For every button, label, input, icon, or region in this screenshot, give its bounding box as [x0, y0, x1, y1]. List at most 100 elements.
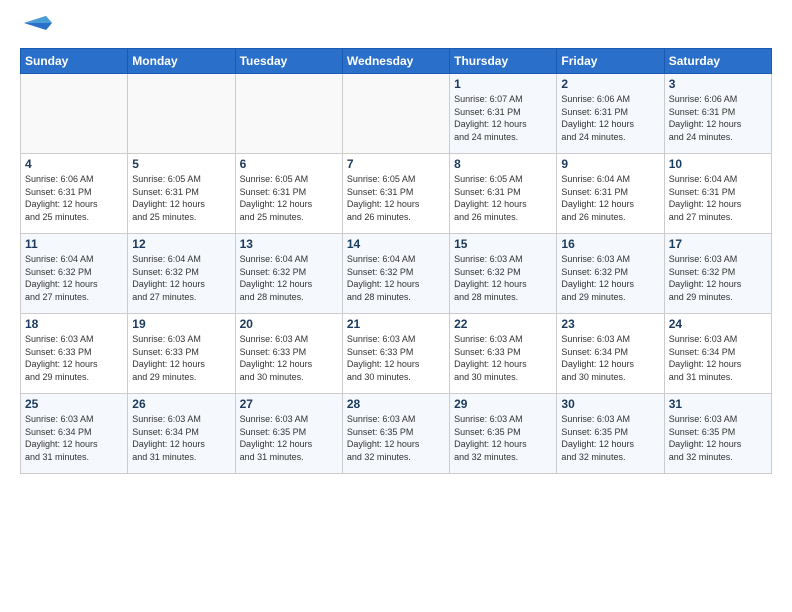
day-cell: 7Sunrise: 6:05 AMSunset: 6:31 PMDaylight… [342, 154, 449, 234]
day-info: Sunrise: 6:03 AMSunset: 6:35 PMDaylight:… [240, 413, 338, 463]
day-cell: 28Sunrise: 6:03 AMSunset: 6:35 PMDayligh… [342, 394, 449, 474]
day-number: 17 [669, 237, 767, 251]
weekday-sunday: Sunday [21, 49, 128, 74]
day-number: 12 [132, 237, 230, 251]
weekday-friday: Friday [557, 49, 664, 74]
day-cell [21, 74, 128, 154]
weekday-tuesday: Tuesday [235, 49, 342, 74]
logo-plane-icon [24, 16, 52, 30]
day-number: 3 [669, 77, 767, 91]
day-cell: 12 Sunrise: 6:04 AMSunset: 6:32 PMDayligh… [128, 234, 235, 314]
day-info: Sunrise: 6:05 AMSunset: 6:31 PMDaylight:… [132, 173, 230, 223]
day-cell: 22Sunrise: 6:03 AMSunset: 6:33 PMDayligh… [450, 314, 557, 394]
day-info: Sunrise: 6:03 AMSunset: 6:34 PMDaylight:… [25, 413, 123, 463]
day-number: 25 [25, 397, 123, 411]
day-info: Sunrise: 6:04 AMSunset: 6:32 PMDaylight:… [347, 253, 445, 303]
day-cell: 24 Sunrise: 6:03 AMSunset: 6:34 PMDayligh… [664, 314, 771, 394]
day-number: 11 [25, 237, 123, 251]
day-info: Sunrise: 6:03 AMSunset: 6:33 PMDaylight:… [454, 333, 552, 383]
weekday-row: SundayMondayTuesdayWednesdayThursdayFrid… [21, 49, 772, 74]
weekday-monday: Monday [128, 49, 235, 74]
day-number: 20 [240, 317, 338, 331]
day-info: Sunrise: 6:03 AMSunset: 6:35 PMDaylight:… [669, 413, 767, 463]
day-info: Sunrise: 6:04 AMSunset: 6:32 PMDaylight:… [132, 253, 230, 303]
day-number: 13 [240, 237, 338, 251]
day-number: 10 [669, 157, 767, 171]
weekday-saturday: Saturday [664, 49, 771, 74]
day-info: Sunrise: 6:03 AMSunset: 6:34 PMDaylight:… [561, 333, 659, 383]
day-number: 8 [454, 157, 552, 171]
day-number: 4 [25, 157, 123, 171]
day-number: 21 [347, 317, 445, 331]
day-info: Sunrise: 6:07 AMSunset: 6:31 PMDaylight:… [454, 93, 552, 143]
day-info: Sunrise: 6:03 AMSunset: 6:32 PMDaylight:… [561, 253, 659, 303]
day-info: Sunrise: 6:04 AMSunset: 6:32 PMDaylight:… [25, 253, 123, 303]
logo [20, 16, 52, 38]
day-cell: 25 Sunrise: 6:03 AMSunset: 6:34 PMDayligh… [21, 394, 128, 474]
calendar-body: 1 Sunrise: 6:07 AMSunset: 6:31 PMDaylight… [21, 74, 772, 474]
day-cell: 9 Sunrise: 6:04 AMSunset: 6:31 PMDaylight… [557, 154, 664, 234]
day-cell: 29Sunrise: 6:03 AMSunset: 6:35 PMDayligh… [450, 394, 557, 474]
day-cell: 3 Sunrise: 6:06 AMSunset: 6:31 PMDaylight… [664, 74, 771, 154]
day-number: 28 [347, 397, 445, 411]
day-cell: 15 Sunrise: 6:03 AMSunset: 6:32 PMDayligh… [450, 234, 557, 314]
day-number: 24 [669, 317, 767, 331]
day-cell: 20 Sunrise: 6:03 AMSunset: 6:33 PMDayligh… [235, 314, 342, 394]
weekday-thursday: Thursday [450, 49, 557, 74]
day-info: Sunrise: 6:03 AMSunset: 6:35 PMDaylight:… [454, 413, 552, 463]
day-cell: 23Sunrise: 6:03 AMSunset: 6:34 PMDayligh… [557, 314, 664, 394]
day-cell [342, 74, 449, 154]
day-cell: 5 Sunrise: 6:05 AMSunset: 6:31 PMDaylight… [128, 154, 235, 234]
day-number: 16 [561, 237, 659, 251]
day-cell: 21 Sunrise: 6:03 AMSunset: 6:33 PMDayligh… [342, 314, 449, 394]
day-cell: 11 Sunrise: 6:04 AMSunset: 6:32 PMDayligh… [21, 234, 128, 314]
day-number: 5 [132, 157, 230, 171]
calendar-header: SundayMondayTuesdayWednesdayThursdayFrid… [21, 49, 772, 74]
day-cell: 30 Sunrise: 6:03 AMSunset: 6:35 PMDayligh… [557, 394, 664, 474]
week-row-5: 25 Sunrise: 6:03 AMSunset: 6:34 PMDayligh… [21, 394, 772, 474]
week-row-3: 11 Sunrise: 6:04 AMSunset: 6:32 PMDayligh… [21, 234, 772, 314]
day-info: Sunrise: 6:06 AMSunset: 6:31 PMDaylight:… [25, 173, 123, 223]
day-cell: 6Sunrise: 6:05 AMSunset: 6:31 PMDaylight… [235, 154, 342, 234]
day-cell: 13Sunrise: 6:04 AMSunset: 6:32 PMDayligh… [235, 234, 342, 314]
day-cell: 4 Sunrise: 6:06 AMSunset: 6:31 PMDaylight… [21, 154, 128, 234]
day-number: 14 [347, 237, 445, 251]
day-cell: 31Sunrise: 6:03 AMSunset: 6:35 PMDayligh… [664, 394, 771, 474]
week-row-2: 4 Sunrise: 6:06 AMSunset: 6:31 PMDaylight… [21, 154, 772, 234]
page: SundayMondayTuesdayWednesdayThursdayFrid… [0, 0, 792, 612]
calendar: SundayMondayTuesdayWednesdayThursdayFrid… [20, 48, 772, 474]
day-cell [128, 74, 235, 154]
day-cell: 19 Sunrise: 6:03 AMSunset: 6:33 PMDayligh… [128, 314, 235, 394]
day-cell: 17 Sunrise: 6:03 AMSunset: 6:32 PMDayligh… [664, 234, 771, 314]
week-row-1: 1 Sunrise: 6:07 AMSunset: 6:31 PMDaylight… [21, 74, 772, 154]
day-info: Sunrise: 6:03 AMSunset: 6:32 PMDaylight:… [454, 253, 552, 303]
day-info: Sunrise: 6:06 AMSunset: 6:31 PMDaylight:… [669, 93, 767, 143]
day-cell: 14 Sunrise: 6:04 AMSunset: 6:32 PMDayligh… [342, 234, 449, 314]
day-cell: 18 Sunrise: 6:03 AMSunset: 6:33 PMDayligh… [21, 314, 128, 394]
day-info: Sunrise: 6:05 AMSunset: 6:31 PMDaylight:… [347, 173, 445, 223]
day-info: Sunrise: 6:04 AMSunset: 6:31 PMDaylight:… [669, 173, 767, 223]
day-cell [235, 74, 342, 154]
weekday-wednesday: Wednesday [342, 49, 449, 74]
day-number: 19 [132, 317, 230, 331]
day-info: Sunrise: 6:03 AMSunset: 6:34 PMDaylight:… [669, 333, 767, 383]
day-cell: 26Sunrise: 6:03 AMSunset: 6:34 PMDayligh… [128, 394, 235, 474]
day-info: Sunrise: 6:03 AMSunset: 6:32 PMDaylight:… [669, 253, 767, 303]
day-info: Sunrise: 6:05 AMSunset: 6:31 PMDaylight:… [240, 173, 338, 223]
day-number: 1 [454, 77, 552, 91]
day-info: Sunrise: 6:04 AMSunset: 6:31 PMDaylight:… [561, 173, 659, 223]
day-number: 9 [561, 157, 659, 171]
day-info: Sunrise: 6:03 AMSunset: 6:35 PMDaylight:… [561, 413, 659, 463]
day-info: Sunrise: 6:03 AMSunset: 6:33 PMDaylight:… [132, 333, 230, 383]
day-number: 27 [240, 397, 338, 411]
day-cell: 27 Sunrise: 6:03 AMSunset: 6:35 PMDayligh… [235, 394, 342, 474]
day-number: 2 [561, 77, 659, 91]
day-number: 18 [25, 317, 123, 331]
day-info: Sunrise: 6:03 AMSunset: 6:33 PMDaylight:… [347, 333, 445, 383]
day-info: Sunrise: 6:03 AMSunset: 6:33 PMDaylight:… [240, 333, 338, 383]
day-info: Sunrise: 6:03 AMSunset: 6:33 PMDaylight:… [25, 333, 123, 383]
day-info: Sunrise: 6:05 AMSunset: 6:31 PMDaylight:… [454, 173, 552, 223]
day-number: 30 [561, 397, 659, 411]
day-number: 15 [454, 237, 552, 251]
day-cell: 2Sunrise: 6:06 AMSunset: 6:31 PMDaylight… [557, 74, 664, 154]
